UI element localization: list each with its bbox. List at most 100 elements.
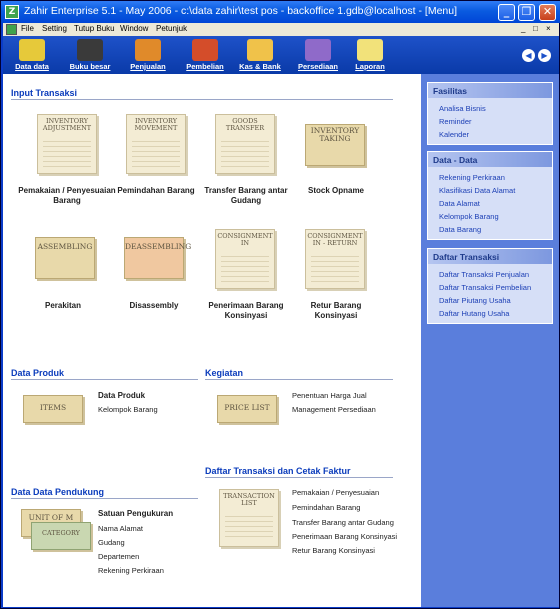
kelompok-barang-link[interactable]: Kelompok Barang [98,405,158,414]
divider [205,477,393,478]
consignment-in-icon[interactable]: CONSIGNMENT IN [215,229,275,289]
divider [11,99,393,100]
panel-daftar-transaksi: Daftar Transaksi Daftar Transaksi Penjua… [427,248,553,324]
toolbar-persediaan-label: Persediaan [297,62,339,71]
category-card-icon[interactable]: CATEGORY [31,522,91,550]
section-data-produk: Data Produk [11,368,65,378]
minimize-button[interactable]: _ [498,4,515,21]
satuan-pengukuran-link[interactable]: Satuan Pengukuran [98,509,173,518]
mdi-child-icon[interactable] [6,24,17,35]
daftar-transaksi-penjualan-link[interactable]: Daftar Transaksi Penjualan [428,268,552,281]
app-window: Z Zahir Enterprise 5.1 - May 2006 - c:\d… [0,0,560,609]
inventory-icon [305,39,331,61]
rekening-perkiraan-side-link[interactable]: Rekening Perkiraan [428,171,552,184]
data-produk-link[interactable]: Data Produk [98,391,145,400]
title-bar[interactable]: Z Zahir Enterprise 5.1 - May 2006 - c:\d… [1,1,560,23]
penentuan-harga-jual-link[interactable]: Penentuan Harga Jual [292,391,367,400]
daftar-pemakaian-link[interactable]: Pemakaian / Penyesuaian [292,488,379,497]
window-title: Zahir Enterprise 5.1 - May 2006 - c:\dat… [24,5,458,17]
klasifikasi-data-alamat-link[interactable]: Klasifikasi Data Alamat [428,184,552,197]
main-panel: Input Transaksi INVENTORY ADJUSTMENT Pem… [3,74,421,607]
toolbar-penjualan[interactable]: Penjualan [125,37,171,73]
toolbar-next-button[interactable]: ▶ [538,49,551,62]
reminder-link[interactable]: Reminder [428,115,552,128]
transfer-barang-link[interactable]: Transfer Barang antar Gudang [201,186,291,206]
data-barang-link[interactable]: Data Barang [428,223,552,236]
pemakaian-penyesuaian-link[interactable]: Pemakaian / Penyesuaian Barang [13,186,121,206]
items-card-icon[interactable]: ITEMS [23,395,83,423]
transaction-list-icon[interactable]: TRANSACTION LIST [219,489,279,547]
kalender-link[interactable]: Kalender [428,128,552,141]
report-icon [357,39,383,61]
inventory-adjustment-icon[interactable]: INVENTORY ADJUSTMENT [37,114,97,174]
ledger-icon [77,39,103,61]
divider [11,379,198,380]
price-list-card-icon[interactable]: PRICE LIST [217,395,277,423]
management-persediaan-link[interactable]: Management Persediaan [292,405,376,414]
toolbar-kas-bank-label: Kas & Bank [239,62,281,71]
panel-data-data-title[interactable]: Data - Data [428,152,552,167]
retur-konsinyasi-link[interactable]: Retur Barang Konsinyasi [291,301,381,321]
deassembling-icon[interactable]: DEASSEMBLING [124,237,191,279]
section-kegiatan: Kegiatan [205,368,244,378]
module-toolbar: Data data Buku besar Penjualan Pembelian… [3,36,559,74]
goods-transfer-icon[interactable]: GOODS TRANSFER [215,114,275,174]
sidebar: Fasilitas Analisa Bisnis Reminder Kalend… [421,74,559,607]
toolbar-pembelian-label: Pembelian [186,62,224,71]
gudang-link[interactable]: Gudang [98,538,125,547]
toolbar-pembelian[interactable]: Pembelian [182,37,228,73]
cash-bank-icon [247,39,273,61]
section-data-pendukung: Data Data Pendukung [11,487,105,497]
toolbar-data-data[interactable]: Data data [9,37,55,73]
mdi-restore-button[interactable]: □ [533,24,538,33]
purchase-icon [192,39,218,61]
penerimaan-konsinyasi-link[interactable]: Penerimaan Barang Konsinyasi [201,301,291,321]
daftar-penerimaan-konsinyasi-link[interactable]: Penerimaan Barang Konsinyasi [292,532,397,541]
panel-daftar-transaksi-title[interactable]: Daftar Transaksi [428,249,552,264]
departemen-link[interactable]: Departemen [98,552,139,561]
stock-opname-link[interactable]: Stock Opname [291,186,381,196]
menu-file[interactable]: File [21,24,34,33]
kelompok-barang-side-link[interactable]: Kelompok Barang [428,210,552,223]
daftar-hutang-usaha-link[interactable]: Daftar Hutang Usaha [428,307,552,320]
toolbar-kas-bank[interactable]: Kas & Bank [237,37,283,73]
toolbar-buku-besar[interactable]: Buku besar [67,37,113,73]
perakitan-link[interactable]: Perakitan [18,301,108,311]
daftar-transaksi-pembelian-link[interactable]: Daftar Transaksi Pembelian [428,281,552,294]
rekening-perkiraan-link[interactable]: Rekening Perkiraan [98,566,164,575]
section-daftar-transaksi-cetak: Daftar Transaksi dan Cetak Faktur [205,466,351,476]
section-input-transaksi: Input Transaksi [11,88,78,98]
daftar-pemindahan-link[interactable]: Pemindahan Barang [292,503,360,512]
sales-icon [135,39,161,61]
daftar-piutang-usaha-link[interactable]: Daftar Piutang Usaha [428,294,552,307]
toolbar-prev-button[interactable]: ◀ [522,49,535,62]
app-icon[interactable]: Z [5,5,19,19]
nama-alamat-link[interactable]: Nama Alamat [98,524,143,533]
toolbar-laporan[interactable]: Laporan [347,37,393,73]
mdi-minimize-button[interactable]: _ [521,24,525,33]
daftar-retur-konsinyasi-link[interactable]: Retur Barang Konsinyasi [292,546,375,555]
pemindahan-barang-link[interactable]: Pemindahan Barang [111,186,201,196]
close-button[interactable]: ✕ [539,4,556,21]
menu-window[interactable]: Window [120,24,148,33]
consignment-return-icon[interactable]: CONSIGNMENT IN - RETURN [305,229,365,289]
menu-setting[interactable]: Setting [42,24,67,33]
menu-tutup-buku[interactable]: Tutup Buku [74,24,115,33]
toolbar-buku-besar-label: Buku besar [69,62,111,71]
daftar-transfer-link[interactable]: Transfer Barang antar Gudang [292,518,394,527]
panel-fasilitas: Fasilitas Analisa Bisnis Reminder Kalend… [427,82,553,145]
inventory-movement-icon[interactable]: INVENTORY MOVEMENT [126,114,186,174]
mdi-close-button[interactable]: × [546,24,551,33]
menu-petunjuk[interactable]: Petunjuk [156,24,187,33]
divider [11,498,198,499]
inventory-taking-icon[interactable]: INVENTORY TAKING [305,124,365,166]
panel-fasilitas-title[interactable]: Fasilitas [428,83,552,98]
data-alamat-link[interactable]: Data Alamat [428,197,552,210]
toolbar-data-data-label: Data data [15,62,49,71]
toolbar-penjualan-label: Penjualan [130,62,166,71]
disassembly-link[interactable]: Disassembly [109,301,199,311]
restore-button[interactable]: ❐ [518,4,535,21]
analisa-bisnis-link[interactable]: Analisa Bisnis [428,102,552,115]
assembling-icon[interactable]: ASSEMBLING [35,237,95,279]
toolbar-persediaan[interactable]: Persediaan [295,37,341,73]
